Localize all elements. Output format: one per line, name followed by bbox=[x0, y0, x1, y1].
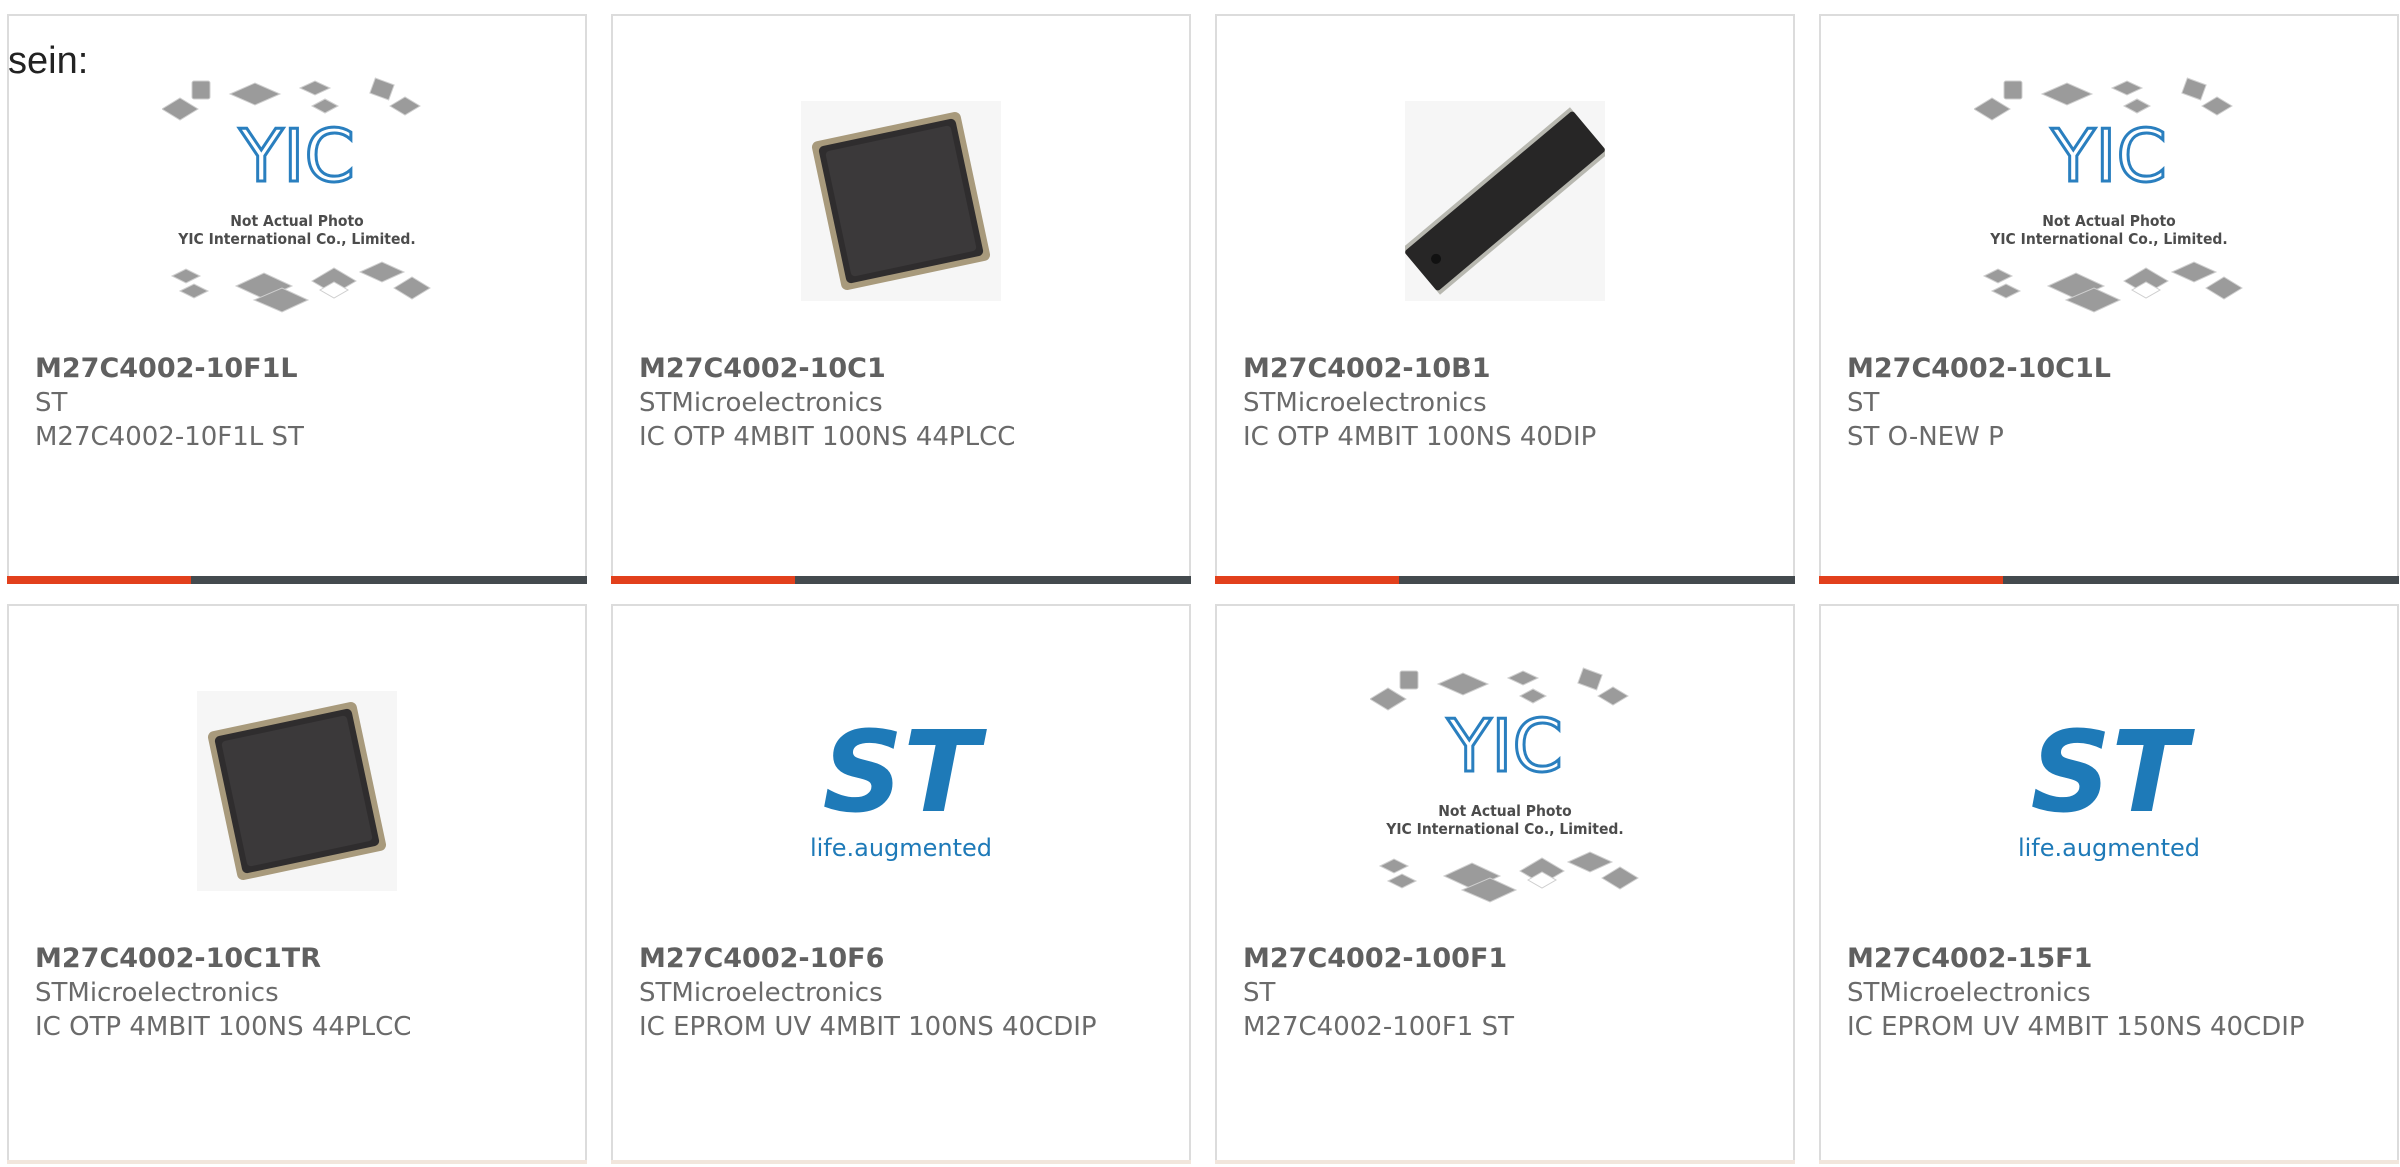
manufacturer: STMicroelectronics bbox=[1847, 978, 2091, 1008]
product-info: M27C4002-10F1L ST M27C4002-10F1L ST bbox=[35, 352, 565, 454]
product-info: M27C4002-10C1L ST ST O-NEW P bbox=[1847, 352, 2377, 454]
yic-logo-text: YIC bbox=[238, 114, 355, 198]
part-number[interactable]: M27C4002-10F6 bbox=[639, 942, 1169, 976]
product-image-st-logo[interactable]: ST life.augmented bbox=[1821, 666, 2397, 916]
product-grid: YIC Not Actual Photo YIC International C… bbox=[7, 14, 2400, 584]
product-image-dip-chip[interactable] bbox=[1217, 76, 1793, 326]
product-card[interactable]: M27C4002-10B1 STMicroelectronics IC OTP … bbox=[1215, 14, 1795, 584]
product-card[interactable]: M27C4002-10C1 STMicroelectronics IC OTP … bbox=[611, 14, 1191, 584]
manufacturer: STMicroelectronics bbox=[639, 388, 883, 418]
product-image-plcc-chip[interactable] bbox=[613, 76, 1189, 326]
manufacturer: STMicroelectronics bbox=[35, 978, 279, 1008]
manufacturer: ST bbox=[35, 388, 68, 418]
product-grid-row-2: M27C4002-10C1TR STMicroelectronics IC OT… bbox=[7, 604, 2400, 1164]
card-bottom-edge bbox=[1819, 1160, 2399, 1164]
svg-text:YIC International Co., Limited: YIC International Co., Limited. bbox=[177, 230, 415, 248]
description: IC EPROM UV 4MBIT 150NS 40CDIP bbox=[1847, 1012, 2305, 1042]
bar-accent bbox=[1819, 576, 2003, 584]
svg-text:YIC International Co., Limited: YIC International Co., Limited. bbox=[1989, 230, 2227, 248]
card-progress-bar bbox=[7, 576, 587, 584]
st-logo-tagline: life.augmented bbox=[810, 834, 992, 862]
product-image-plcc-chip[interactable] bbox=[9, 666, 585, 916]
product-image-yic-placeholder[interactable]: YIC Not Actual Photo YIC International C… bbox=[1821, 76, 2397, 326]
st-logo-tagline: life.augmented bbox=[2018, 834, 2200, 862]
description: IC OTP 4MBIT 100NS 44PLCC bbox=[35, 1012, 412, 1042]
product-image-yic-placeholder[interactable]: YIC Not Actual Photo YIC International C… bbox=[9, 76, 585, 326]
part-number[interactable]: M27C4002-100F1 bbox=[1243, 942, 1773, 976]
card-bottom-edge bbox=[1215, 1160, 1795, 1164]
part-number[interactable]: M27C4002-10B1 bbox=[1243, 352, 1773, 386]
description: IC OTP 4MBIT 100NS 40DIP bbox=[1243, 422, 1597, 452]
description: IC EPROM UV 4MBIT 100NS 40CDIP bbox=[639, 1012, 1097, 1042]
part-number[interactable]: M27C4002-10C1L bbox=[1847, 352, 2377, 386]
product-image-st-logo[interactable]: ST life.augmented bbox=[613, 666, 1189, 916]
product-card[interactable]: ST life.augmented M27C4002-10F6 STMicroe… bbox=[611, 604, 1191, 1164]
product-card[interactable]: YIC Not Actual Photo YIC International C… bbox=[7, 14, 587, 584]
product-card[interactable]: ST life.augmented M27C4002-15F1 STMicroe… bbox=[1819, 604, 2399, 1164]
description: IC OTP 4MBIT 100NS 44PLCC bbox=[639, 422, 1016, 452]
card-progress-bar bbox=[611, 576, 1191, 584]
description: M27C4002-100F1 ST bbox=[1243, 1012, 1514, 1042]
svg-text:Not Actual Photo: Not Actual Photo bbox=[2042, 212, 2175, 230]
st-logo-mark: ST bbox=[2030, 708, 2195, 838]
description: ST O-NEW P bbox=[1847, 422, 2004, 452]
product-info: M27C4002-15F1 STMicroelectronics IC EPRO… bbox=[1847, 942, 2377, 1044]
yic-logo-text: YIC bbox=[2050, 114, 2167, 198]
description: M27C4002-10F1L ST bbox=[35, 422, 304, 452]
manufacturer: STMicroelectronics bbox=[1243, 388, 1487, 418]
bar-accent bbox=[7, 576, 191, 584]
intro-text: sein: bbox=[8, 40, 89, 82]
bar-accent bbox=[1215, 576, 1399, 584]
product-info: M27C4002-10C1TR STMicroelectronics IC OT… bbox=[35, 942, 565, 1044]
bar-accent bbox=[611, 576, 795, 584]
part-number[interactable]: M27C4002-10C1TR bbox=[35, 942, 565, 976]
manufacturer: ST bbox=[1243, 978, 1276, 1008]
part-number[interactable]: M27C4002-15F1 bbox=[1847, 942, 2377, 976]
product-info: M27C4002-100F1 ST M27C4002-100F1 ST bbox=[1243, 942, 1773, 1044]
card-progress-bar bbox=[1215, 576, 1795, 584]
product-image-yic-placeholder[interactable]: YIC Not Actual Photo YIC International C… bbox=[1217, 666, 1793, 916]
product-card[interactable]: YIC Not Actual Photo YIC International C… bbox=[1819, 14, 2399, 584]
product-info: M27C4002-10F6 STMicroelectronics IC EPRO… bbox=[639, 942, 1169, 1044]
part-number[interactable]: M27C4002-10C1 bbox=[639, 352, 1169, 386]
product-info: M27C4002-10B1 STMicroelectronics IC OTP … bbox=[1243, 352, 1773, 454]
svg-text:YIC International Co., Limited: YIC International Co., Limited. bbox=[1385, 820, 1623, 838]
svg-text:Not Actual Photo: Not Actual Photo bbox=[1438, 802, 1571, 820]
manufacturer: STMicroelectronics bbox=[639, 978, 883, 1008]
manufacturer: ST bbox=[1847, 388, 1880, 418]
card-progress-bar bbox=[1819, 576, 2399, 584]
product-info: M27C4002-10C1 STMicroelectronics IC OTP … bbox=[639, 352, 1169, 454]
yic-logo-text: YIC bbox=[1446, 704, 1563, 788]
card-bottom-edge bbox=[7, 1160, 587, 1164]
product-card[interactable]: YIC Not Actual Photo YIC International C… bbox=[1215, 604, 1795, 1164]
product-card[interactable]: M27C4002-10C1TR STMicroelectronics IC OT… bbox=[7, 604, 587, 1164]
st-logo-mark: ST bbox=[822, 708, 987, 838]
svg-text:Not Actual Photo: Not Actual Photo bbox=[230, 212, 363, 230]
card-bottom-edge bbox=[611, 1160, 1191, 1164]
part-number[interactable]: M27C4002-10F1L bbox=[35, 352, 565, 386]
